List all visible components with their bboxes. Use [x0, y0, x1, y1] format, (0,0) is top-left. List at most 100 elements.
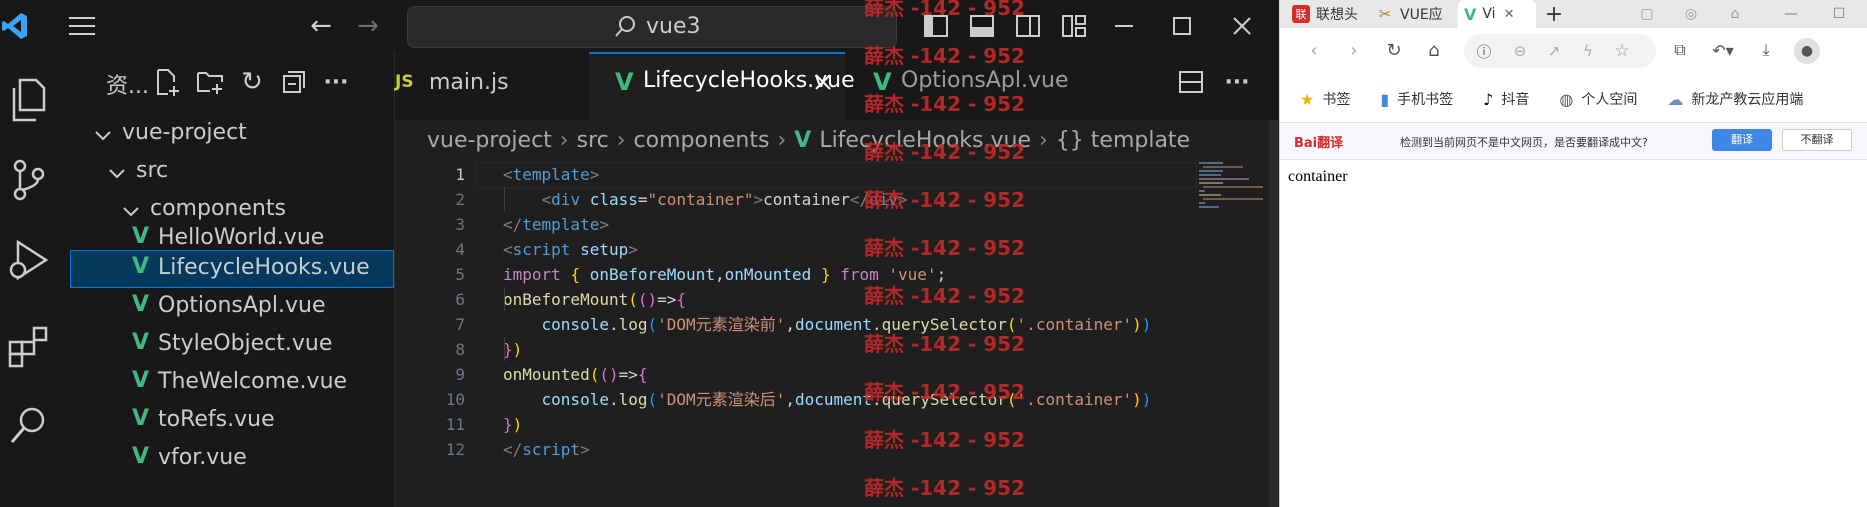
browser-tab[interactable]: 联 联想头	[1292, 1, 1370, 27]
indent-guide	[504, 187, 505, 211]
breadcrumb-item[interactable]: {} template	[1056, 128, 1190, 153]
tab-lifecyclehooks-vue[interactable]: V LifecycleHooks.vue	[589, 52, 855, 121]
refresh-icon[interactable]: ↻	[236, 66, 268, 98]
download-icon[interactable]: ⤓	[1754, 38, 1778, 62]
tree-label: HelloWorld.vue	[158, 225, 325, 250]
no-translate-button[interactable]: 不翻译	[1782, 129, 1852, 151]
back-icon[interactable]: ‹	[1302, 38, 1326, 62]
extensions-icon[interactable]: ⧉	[1668, 38, 1692, 62]
explorer-icon[interactable]	[0, 72, 56, 128]
breadcrumb-item[interactable]: vue-project	[427, 128, 552, 153]
watermark-text: 薛杰 -142 - 952	[864, 0, 1025, 20]
explorer-title: 资...	[106, 74, 149, 99]
incognito-icon[interactable]: ◎	[1680, 3, 1702, 25]
search-icon	[610, 13, 640, 41]
tree-file[interactable]: Vvfor.vue	[70, 440, 394, 478]
browser-tab-active[interactable]: V Vi ✕	[1458, 0, 1536, 28]
close-icon[interactable]	[1226, 10, 1258, 42]
doc-favicon-icon: ✂	[1378, 5, 1392, 23]
tree-file[interactable]: V StyleObject.vue	[70, 326, 394, 364]
browser-maximize-icon[interactable]: ☐	[1828, 3, 1850, 25]
tab-main-js[interactable]: JS main.js	[395, 52, 589, 120]
shirt-icon[interactable]: ⌂	[1724, 3, 1746, 25]
new-tab-icon[interactable]: +	[1542, 2, 1566, 27]
bookmark-item[interactable]: ♪ 抖音	[1483, 89, 1529, 109]
new-file-icon[interactable]	[152, 66, 184, 98]
mobile-icon: ▮	[1380, 89, 1390, 109]
tree-label: vue-project	[122, 120, 247, 145]
minimize-icon[interactable]	[1108, 10, 1140, 42]
bookmark-item[interactable]: ★ 书签	[1300, 89, 1350, 109]
new-folder-icon[interactable]	[194, 66, 226, 98]
tree-label: vfor.vue	[158, 445, 247, 470]
tree-label: StyleObject.vue	[158, 331, 333, 356]
tree-folder[interactable]: src	[70, 154, 394, 192]
watermark-text: 薛杰 -142 - 952	[864, 92, 1025, 116]
watermark-overlay: 薛杰 -142 - 952 薛杰 -142 - 952 薛杰 -142 - 952 薛…	[860, 0, 1040, 507]
tree-file[interactable]: V OptionsApl.vue	[70, 288, 394, 326]
back-arrow-icon[interactable]: ←	[305, 10, 337, 42]
tree-file[interactable]: VtoRefs.vue	[70, 402, 394, 440]
search-sidebar-icon[interactable]	[0, 398, 56, 454]
line-number: 5	[455, 265, 465, 284]
share-icon[interactable]: ↗	[1542, 39, 1566, 63]
vue-favicon-icon: V	[1464, 4, 1477, 24]
history-icon[interactable]: ↶▾	[1708, 38, 1738, 62]
translate-bar: Bai翻译 检测到当前网页不是中文网页，是否要翻译成中文? 翻译 不翻译	[1280, 122, 1867, 160]
browser-tab-label: VUE应	[1400, 7, 1443, 23]
line-number: 8	[455, 340, 465, 359]
source-control-icon[interactable]	[0, 152, 56, 208]
zoom-out-icon[interactable]: ⊖	[1508, 39, 1532, 63]
code-line: <template>	[503, 165, 600, 184]
menu-icon[interactable]	[66, 10, 98, 42]
watermark-text: 薛杰 -142 - 952	[864, 188, 1025, 212]
browser-tabstrip: 联 联想头 ✂ VUE应 V Vi ✕ + ▢ ◎ ⌂ — ☐	[1280, 0, 1867, 28]
tab-close-icon[interactable]	[809, 68, 837, 96]
tree-label: TheWelcome.vue	[158, 369, 348, 394]
minimap[interactable]	[1195, 160, 1267, 260]
extensions-icon[interactable]	[0, 318, 56, 374]
tree-file[interactable]: V TheWelcome.vue	[70, 364, 394, 402]
translate-button[interactable]: 翻译	[1712, 129, 1772, 151]
tab-close-icon[interactable]: ✕	[1504, 7, 1515, 22]
code-line: </template>	[503, 215, 609, 234]
forward-arrow-icon[interactable]: →	[352, 10, 384, 42]
breadcrumb: vue-project › src › components › V LifecycleHoo…	[427, 120, 1190, 160]
collapse-all-icon[interactable]	[278, 66, 310, 98]
line-number: 10	[445, 390, 465, 409]
line-numbers: 1 2 3 4 5 6 7 8 9 10 11 12	[425, 162, 465, 462]
command-search-box[interactable]: vue3	[407, 6, 897, 48]
address-bar[interactable]: ⓘ ⊖ ↗ ϟ ☆	[1464, 34, 1656, 68]
code-line: console.log('DOM元素渲染后',document.querySel…	[541, 390, 1152, 409]
tab-label: main.js	[429, 70, 509, 95]
browser-minimize-icon[interactable]: —	[1780, 3, 1802, 25]
tree-label: OptionsApl.vue	[158, 293, 326, 318]
split-editor-icon[interactable]	[1175, 66, 1207, 98]
bookmark-item[interactable]: ☁ 新龙产教云应用端	[1667, 89, 1803, 109]
bookmark-item[interactable]: ▮ 手机书签	[1380, 89, 1453, 109]
site-info-icon[interactable]: ⓘ	[1472, 39, 1496, 63]
run-debug-icon[interactable]	[0, 232, 56, 288]
vertical-scrollbar[interactable]	[1269, 120, 1278, 507]
reload-icon[interactable]: ↻	[1382, 38, 1406, 62]
tree-folder[interactable]: vue-project	[70, 120, 394, 154]
lightning-icon[interactable]: ϟ	[1576, 39, 1600, 63]
customize-layout-icon[interactable]	[1058, 10, 1090, 42]
home-icon[interactable]: ⌂	[1422, 38, 1446, 62]
profile-icon[interactable]: ●	[1794, 38, 1820, 64]
bookmark-item[interactable]: ◍ 个人空间	[1559, 89, 1637, 109]
bookmark-star-icon[interactable]: ☆	[1610, 39, 1634, 63]
more-actions-icon[interactable]: ···	[320, 66, 352, 98]
chevron-right-icon: ›	[616, 127, 626, 153]
maximize-icon[interactable]	[1166, 10, 1198, 42]
code-editor[interactable]: vue-project › src › components › V LifecycleHoo…	[395, 120, 1278, 507]
tab-list-icon[interactable]: ▢	[1636, 3, 1658, 25]
tree-file[interactable]: V LifecycleHooks.vue	[70, 250, 394, 288]
browser-tab[interactable]: ✂ VUE应	[1376, 1, 1454, 27]
breadcrumb-item[interactable]: src	[577, 128, 609, 153]
line-number: 1	[455, 165, 465, 184]
breadcrumb-item[interactable]: components	[634, 128, 770, 153]
editor-more-icon[interactable]: ···	[1221, 66, 1253, 98]
forward-icon[interactable]: ›	[1342, 38, 1366, 62]
vscode-logo-icon	[0, 8, 30, 44]
